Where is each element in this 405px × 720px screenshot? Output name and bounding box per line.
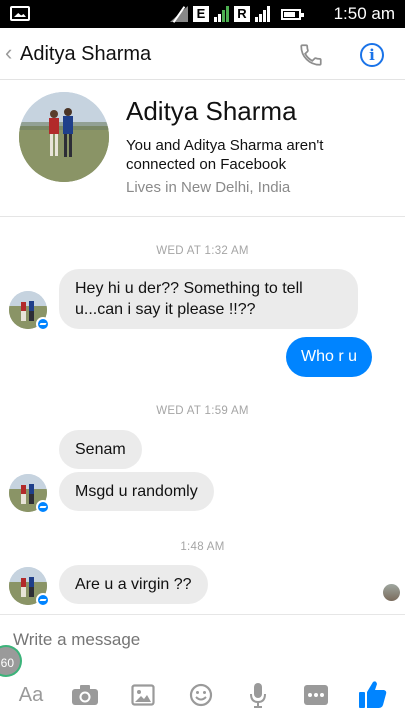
sender-avatar[interactable]	[9, 567, 50, 607]
conversation-title[interactable]: Aditya Sharma	[20, 43, 151, 66]
message-timestamp: WED AT 1:59 AM	[156, 405, 249, 417]
signal-bars-icon-2	[255, 6, 270, 22]
incoming-message[interactable]: Msgd u randomly	[59, 472, 214, 511]
incoming-message[interactable]: Senam	[59, 430, 142, 469]
phone-icon[interactable]	[298, 42, 324, 68]
gallery-icon[interactable]	[129, 681, 157, 709]
network-type-r: R	[234, 6, 250, 22]
gallery-notification-icon	[10, 6, 30, 21]
message-timestamp: WED AT 1:32 AM	[156, 245, 249, 257]
signal-bars-icon	[214, 6, 229, 22]
composer-toolbar: Aa	[0, 675, 405, 715]
network-type-e: E	[193, 6, 209, 22]
sender-avatar[interactable]	[9, 291, 50, 331]
message-timestamp: 1:48 AM	[180, 541, 225, 553]
connection-status: You and Aditya Sharma aren't connected o…	[126, 137, 324, 173]
profile-card: Aditya Sharma You and Aditya Sharma aren…	[0, 80, 405, 217]
status-time: 1:50 am	[333, 4, 395, 23]
profile-location: Lives in New Delhi, India	[126, 179, 291, 196]
emoji-icon[interactable]	[187, 681, 215, 709]
message-input[interactable]	[13, 630, 393, 650]
messenger-badge-icon	[36, 593, 50, 607]
incoming-message[interactable]: Hey hi u der?? Something to tell u...can…	[59, 269, 358, 329]
conversation-header: ‹ Aditya Sharma i	[0, 28, 405, 80]
sender-avatar[interactable]	[9, 474, 50, 514]
messenger-badge-icon	[36, 500, 50, 514]
status-icons: E R	[170, 5, 304, 23]
status-bar: E R 1:50 am	[0, 0, 405, 28]
back-button[interactable]: ‹	[5, 42, 12, 64]
more-icon[interactable]	[302, 681, 330, 709]
microphone-icon[interactable]	[246, 681, 270, 709]
battery-icon	[281, 8, 304, 20]
text-format-button[interactable]: Aa	[14, 681, 48, 709]
incoming-message[interactable]: Are u a virgin ??	[59, 565, 208, 604]
profile-photo[interactable]	[19, 92, 109, 182]
composer: 60 Aa	[0, 614, 405, 720]
outgoing-message[interactable]: Who r u	[286, 337, 373, 377]
like-icon[interactable]	[356, 677, 390, 711]
camera-icon[interactable]	[70, 681, 100, 709]
profile-name: Aditya Sharma	[126, 96, 297, 126]
info-icon[interactable]: i	[360, 43, 384, 67]
seen-receipt-avatar	[383, 584, 400, 601]
messenger-badge-icon	[36, 317, 50, 331]
no-signal-icon	[170, 6, 188, 22]
